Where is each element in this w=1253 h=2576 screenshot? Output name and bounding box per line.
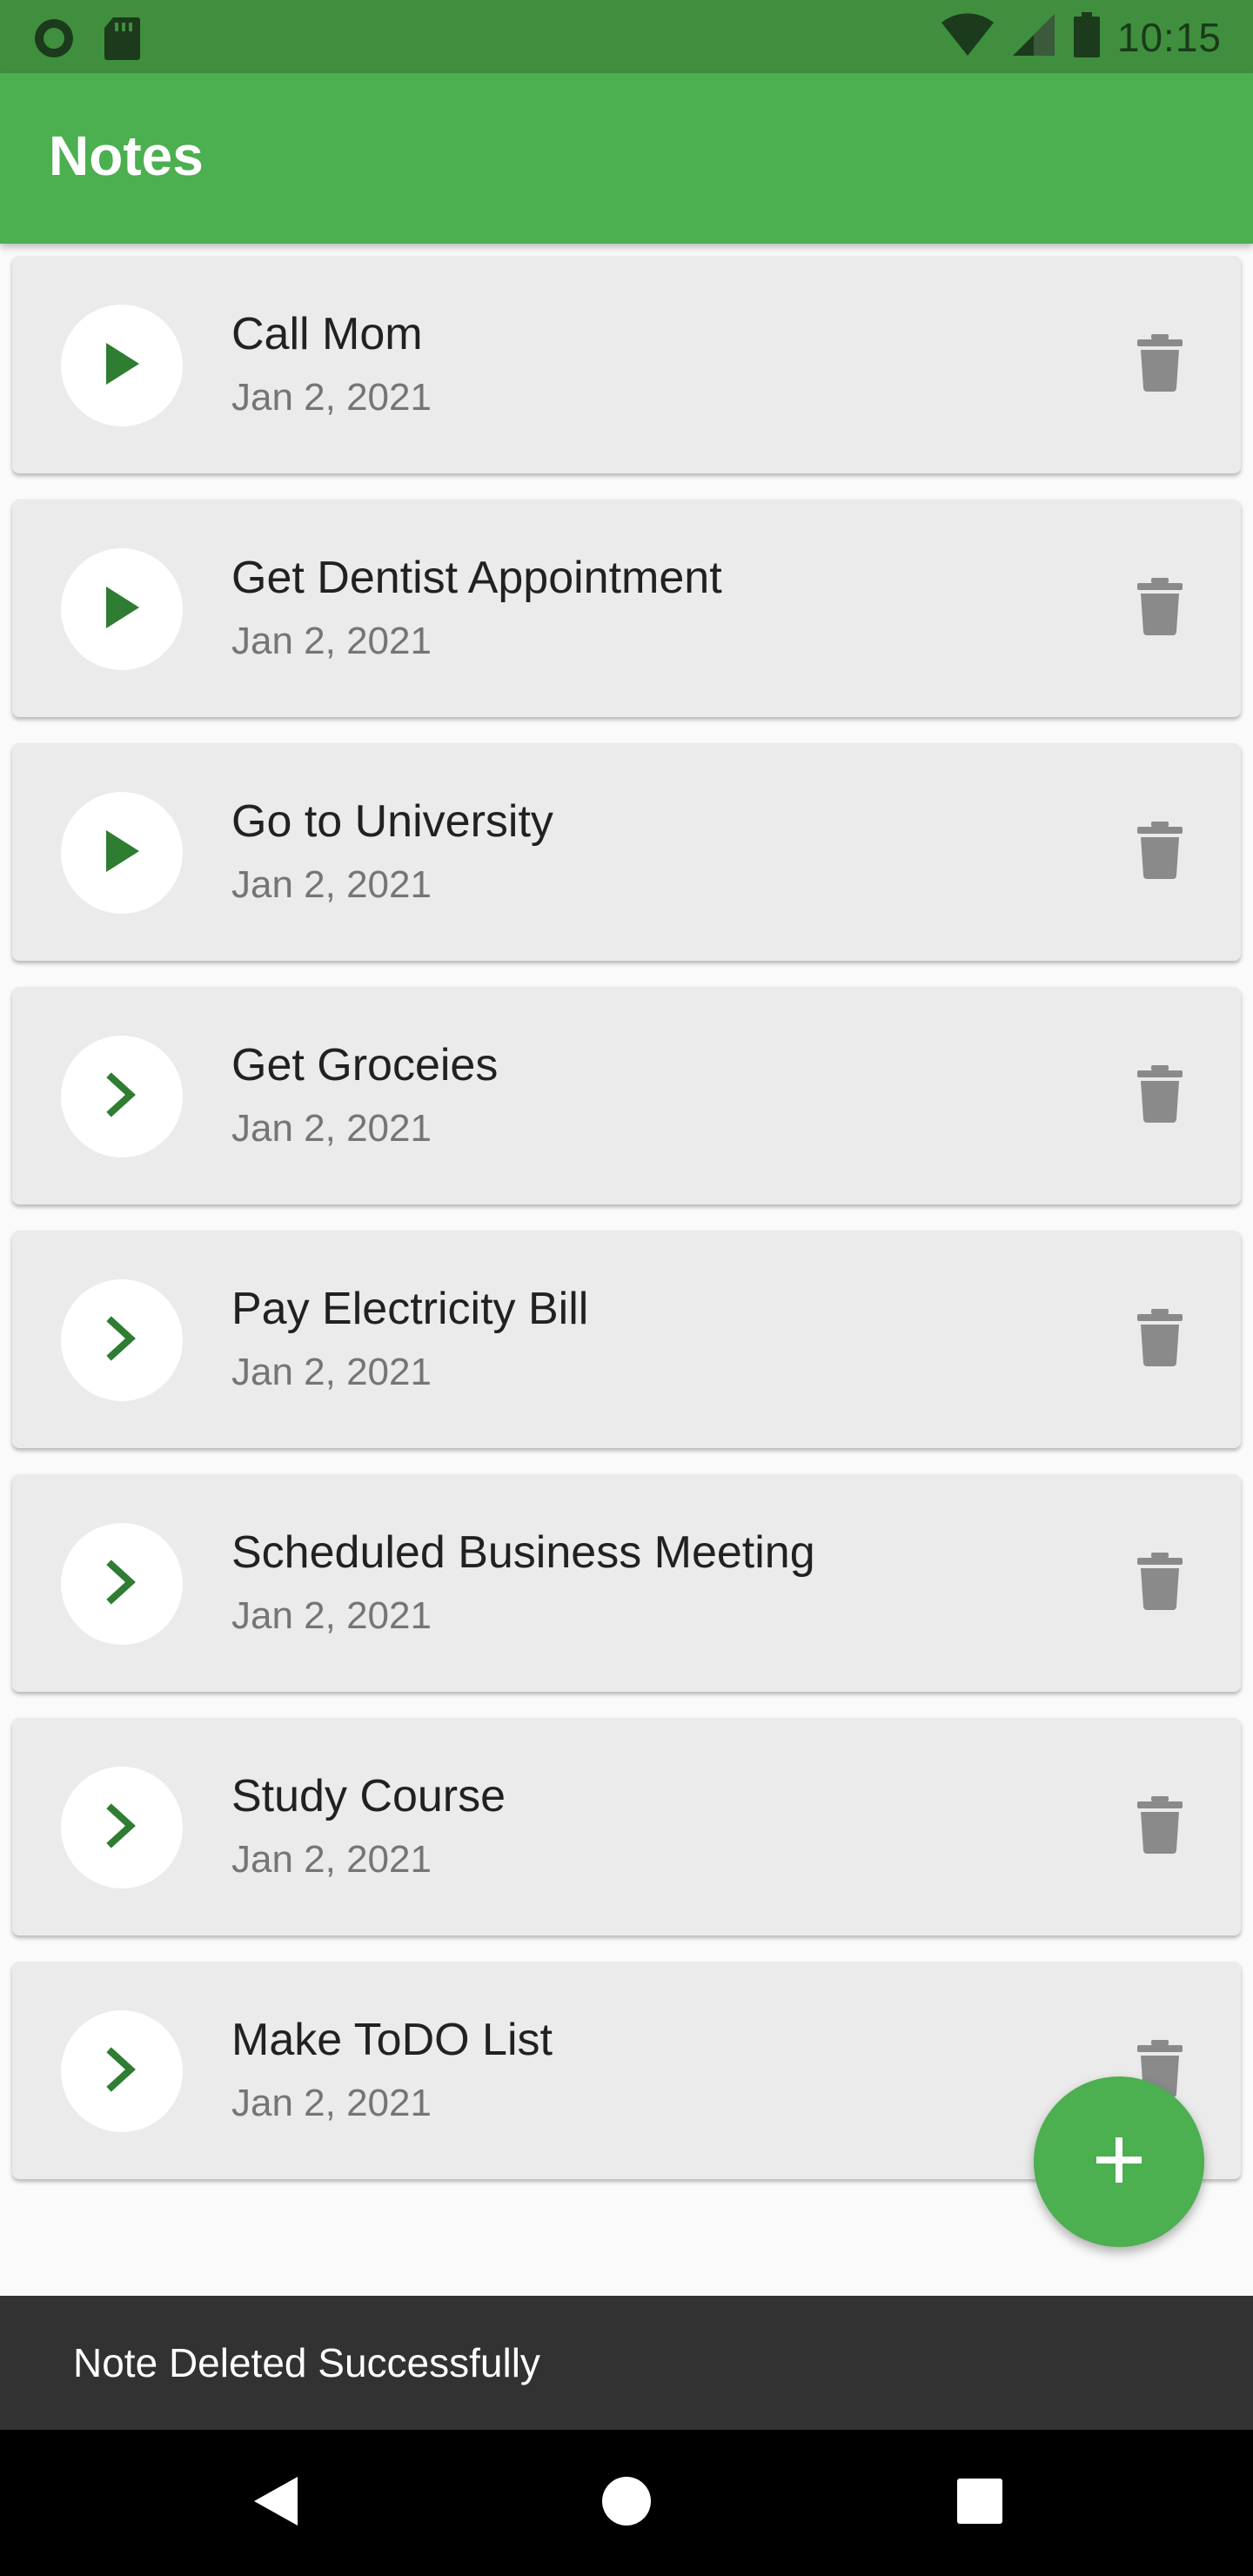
- status-bar: 10:15: [0, 0, 1253, 73]
- status-bar-left: [31, 16, 141, 65]
- note-title: Study Course: [231, 1771, 506, 1821]
- trash-icon: [1137, 333, 1183, 396]
- note-avatar: [61, 1279, 183, 1401]
- note-title: Pay Electricity Bill: [231, 1284, 589, 1334]
- note-avatar: [61, 1523, 183, 1645]
- delete-button[interactable]: [1128, 1794, 1192, 1859]
- recents-button[interactable]: [945, 2468, 1015, 2538]
- note-avatar: [61, 305, 183, 426]
- plus-icon: [1095, 2136, 1143, 2189]
- note-card[interactable]: Go to University Jan 2, 2021: [12, 743, 1241, 961]
- back-icon: [249, 2473, 301, 2533]
- note-card[interactable]: Scheduled Business Meeting Jan 2, 2021: [12, 1474, 1241, 1692]
- note-title: Go to University: [231, 796, 553, 847]
- note-avatar: [61, 548, 183, 670]
- trash-icon: [1137, 1064, 1183, 1127]
- trash-icon: [1137, 1795, 1183, 1858]
- delete-button[interactable]: [1128, 820, 1192, 884]
- add-note-button[interactable]: [1034, 2076, 1204, 2247]
- battery-icon: [1072, 10, 1102, 64]
- note-date: Jan 2, 2021: [231, 2082, 432, 2124]
- back-button[interactable]: [240, 2468, 310, 2538]
- note-date: Jan 2, 2021: [231, 1838, 432, 1881]
- delete-button[interactable]: [1128, 576, 1192, 641]
- delete-button[interactable]: [1128, 332, 1192, 397]
- note-date: Jan 2, 2021: [231, 863, 432, 906]
- note-card[interactable]: Call Mom Jan 2, 2021: [12, 256, 1241, 473]
- note-card[interactable]: Get Groceies Jan 2, 2021: [12, 987, 1241, 1204]
- note-date: Jan 2, 2021: [231, 1107, 432, 1150]
- delete-button[interactable]: [1128, 1307, 1192, 1372]
- wifi-icon: [940, 10, 995, 64]
- delete-button[interactable]: [1128, 1063, 1192, 1128]
- note-title: Make ToDO List: [231, 2015, 553, 2065]
- note-title: Call Mom: [231, 309, 423, 359]
- note-date: Jan 2, 2021: [231, 1594, 432, 1637]
- snackbar-message: Note Deleted Successfully: [73, 2340, 540, 2385]
- navigation-bar: [0, 2430, 1253, 2576]
- circle-status-icon: [31, 16, 77, 65]
- snackbar: Note Deleted Successfully: [0, 2296, 1253, 2430]
- play-icon: [101, 827, 143, 880]
- note-avatar: [61, 1036, 183, 1157]
- note-avatar: [61, 2010, 183, 2132]
- recents-icon: [955, 2477, 1004, 2530]
- home-icon: [600, 2475, 653, 2532]
- trash-icon: [1137, 1308, 1183, 1371]
- app-bar: Notes: [0, 73, 1253, 244]
- note-title: Get Groceies: [231, 1040, 499, 1090]
- chevron-right-icon: [104, 1558, 139, 1611]
- page-title: Notes: [49, 124, 204, 187]
- note-list: Call Mom Jan 2, 2021 Get Dentist Appoint…: [12, 256, 1241, 2205]
- note-date: Jan 2, 2021: [231, 376, 432, 419]
- note-title: Scheduled Business Meeting: [231, 1527, 815, 1578]
- chevron-right-icon: [104, 1070, 139, 1124]
- note-avatar: [61, 1767, 183, 1888]
- status-bar-right: 10:15: [940, 10, 1222, 64]
- trash-icon: [1137, 821, 1183, 883]
- status-time: 10:15: [1116, 14, 1222, 60]
- home-button[interactable]: [592, 2468, 661, 2538]
- note-title: Get Dentist Appointment: [231, 553, 722, 603]
- trash-icon: [1137, 577, 1183, 640]
- chevron-right-icon: [104, 1801, 139, 1855]
- note-card[interactable]: Study Course Jan 2, 2021: [12, 1718, 1241, 1935]
- delete-button[interactable]: [1128, 1551, 1192, 1615]
- play-icon: [101, 339, 143, 392]
- note-date: Jan 2, 2021: [231, 620, 432, 662]
- screen: 10:15 Notes Call Mom Jan 2, 2021 Get Den…: [0, 0, 1253, 2576]
- chevron-right-icon: [104, 1314, 139, 1367]
- trash-icon: [1137, 1552, 1183, 1614]
- note-card[interactable]: Pay Electricity Bill Jan 2, 2021: [12, 1231, 1241, 1448]
- note-avatar: [61, 792, 183, 914]
- note-card[interactable]: Get Dentist Appointment Jan 2, 2021: [12, 500, 1241, 717]
- play-icon: [101, 583, 143, 636]
- note-date: Jan 2, 2021: [231, 1351, 432, 1393]
- signal-icon: [1011, 10, 1056, 64]
- chevron-right-icon: [104, 2045, 139, 2098]
- sd-card-icon: [103, 16, 141, 65]
